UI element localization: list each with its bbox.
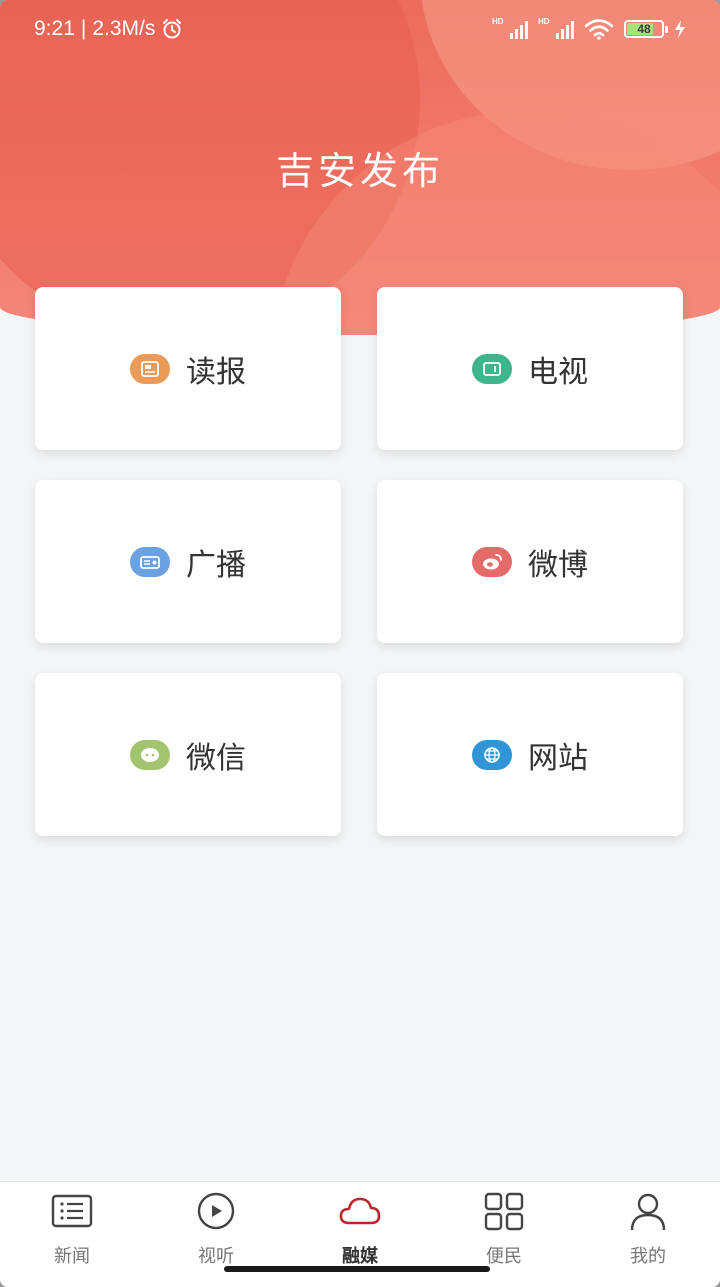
grid-icon: [484, 1192, 524, 1231]
wifi-icon: [584, 19, 614, 40]
status-separator: |: [80, 17, 87, 40]
signal-icon: HD: [538, 17, 574, 39]
battery-icon: 48: [624, 20, 668, 38]
status-right: HD HD 48: [492, 17, 686, 40]
status-time: 9:21: [34, 17, 75, 40]
newspaper-icon: [130, 353, 170, 384]
status-network-speed: 2.3M/s: [92, 17, 156, 40]
card-radio[interactable]: 广播: [35, 480, 341, 643]
page-title: 吉安发布: [275, 149, 444, 193]
signal-icon: HD: [492, 17, 528, 39]
status-left: 9:21 | 2.3M/s: [34, 17, 183, 41]
alarm-icon: [163, 19, 182, 39]
app-screen: 9:21 | 2.3M/s HD HD 48 吉安发布 读报 电视 广播 微博 …: [0, 0, 720, 1287]
status-bar: 9:21 | 2.3M/s HD HD 48: [0, 0, 720, 58]
user-icon: [630, 1193, 666, 1231]
wechat-icon: [130, 739, 170, 770]
charging-icon: [675, 20, 685, 38]
tab-label: 融媒: [342, 1246, 378, 1267]
card-newspaper[interactable]: 读报: [35, 287, 341, 450]
tv-icon: [472, 353, 512, 384]
card-wechat[interactable]: 微信: [35, 673, 341, 836]
tab-profile[interactable]: 我的: [576, 1182, 720, 1287]
card-label: 读报: [186, 354, 246, 390]
tab-label: 便民: [486, 1246, 522, 1267]
battery-level: 48: [637, 22, 651, 36]
tab-label: 视听: [198, 1246, 234, 1267]
list-icon: [51, 1194, 93, 1228]
tab-news[interactable]: 新闻: [0, 1182, 144, 1287]
tab-label: 新闻: [54, 1246, 90, 1267]
tab-label: 我的: [630, 1246, 666, 1267]
card-label: 微信: [186, 740, 246, 776]
weibo-icon: [472, 546, 512, 577]
home-indicator[interactable]: [224, 1266, 490, 1272]
sim1-label: HD: [492, 17, 504, 26]
sim2-label: HD: [538, 17, 550, 26]
radio-icon: [130, 546, 170, 577]
card-weibo[interactable]: 微博: [377, 480, 683, 643]
media-grid: 读报 电视 广播 微博 微信 网站: [35, 287, 683, 836]
cloud-icon: [339, 1197, 381, 1225]
card-label: 微博: [528, 547, 588, 583]
card-label: 电视: [528, 354, 588, 390]
play-icon: [197, 1192, 235, 1230]
card-tv[interactable]: 电视: [377, 287, 683, 450]
globe-icon: [472, 739, 512, 770]
card-label: 广播: [186, 547, 246, 583]
card-website[interactable]: 网站: [377, 673, 683, 836]
card-label: 网站: [528, 740, 588, 776]
